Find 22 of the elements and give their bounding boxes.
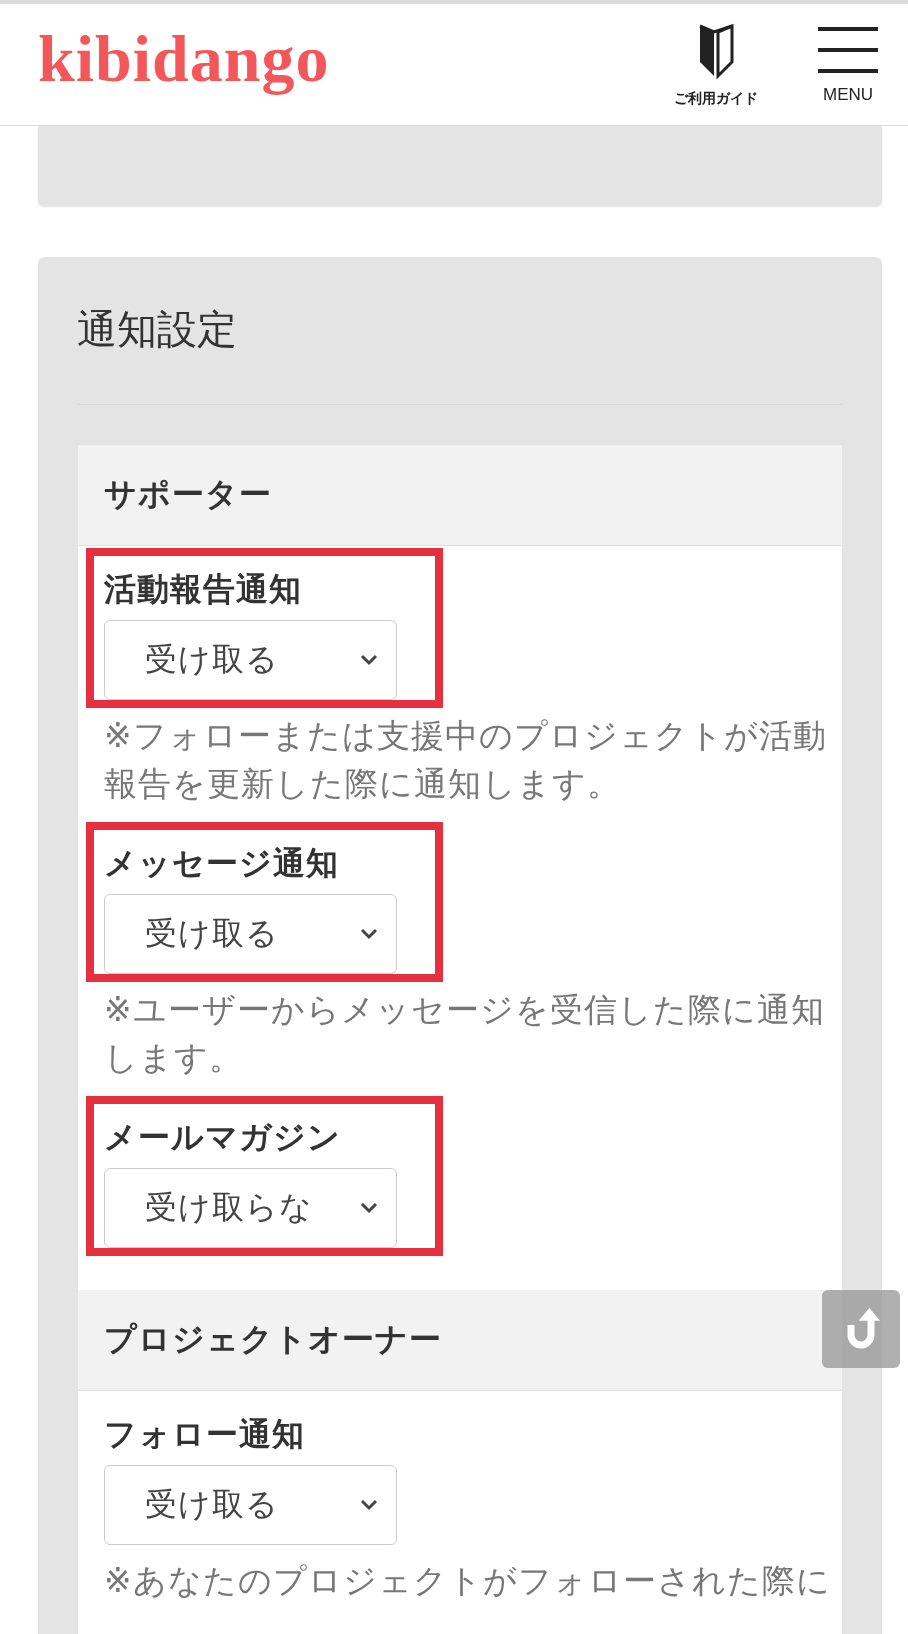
menu-button[interactable]: MENU bbox=[818, 24, 878, 105]
chevron-down-icon bbox=[360, 1202, 378, 1214]
select-field[interactable]: 受け取る bbox=[104, 894, 397, 974]
setting-note: ※ユーザーからメッセージを受信した際に通知します。 bbox=[104, 990, 826, 1078]
setting-note: ※あなたのプロジェクトがフォローされた際に bbox=[104, 1561, 832, 1601]
chevron-down-icon bbox=[360, 928, 378, 940]
select-field[interactable]: 受け取る bbox=[104, 1465, 397, 1545]
setting-label: 活動報告通知 bbox=[104, 570, 303, 609]
guide-button[interactable]: ご利用ガイド bbox=[674, 21, 758, 108]
setting-label: メールマガジン bbox=[104, 1118, 342, 1157]
section-title: サポーター bbox=[104, 475, 272, 514]
select-field[interactable]: 受け取る bbox=[104, 620, 397, 700]
setting-note: ※フォローまたは支援中のプロジェクトが活動報告を更新した際に通知します。 bbox=[104, 716, 828, 804]
chevron-down-icon bbox=[360, 654, 378, 666]
chevron-down-icon bbox=[360, 1499, 378, 1511]
select-field[interactable]: 受け取らな bbox=[104, 1168, 397, 1248]
setting-label: メッセージ通知 bbox=[104, 844, 340, 883]
section-title: プロジェクトオーナー bbox=[104, 1320, 442, 1359]
scroll-top-button[interactable] bbox=[822, 1290, 900, 1368]
card-title: 通知設定 bbox=[77, 306, 238, 353]
setting-label: フォロー通知 bbox=[104, 1415, 306, 1454]
menu-icon bbox=[818, 24, 878, 75]
